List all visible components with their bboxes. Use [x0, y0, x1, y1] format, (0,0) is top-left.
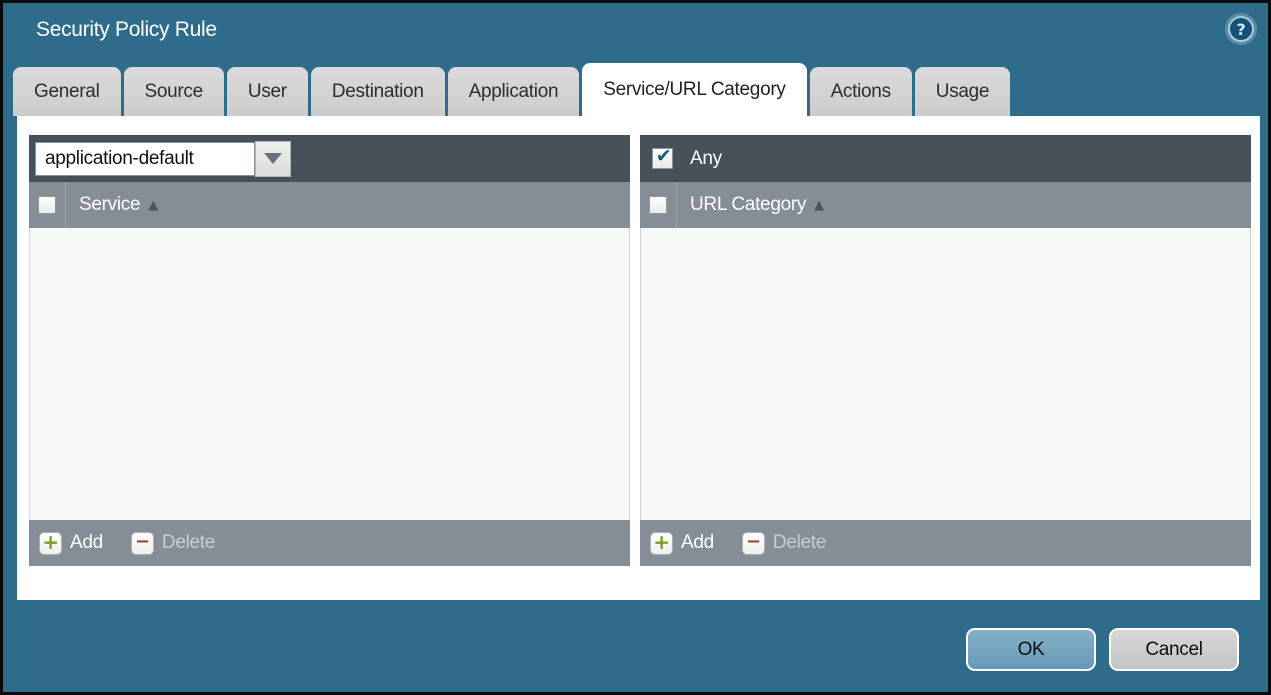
add-button-label: Add: [681, 532, 714, 553]
add-icon: +: [39, 531, 62, 555]
service-type-input[interactable]: [35, 141, 255, 176]
delete-icon: −: [130, 531, 154, 555]
service-panel: Service ▲ + Add − Delete: [29, 135, 630, 566]
delete-button-label: Delete: [772, 532, 827, 553]
security-policy-rule-dialog: Security Policy Rule ? General Source Us…: [0, 0, 1271, 695]
check-icon: ✔: [655, 145, 672, 167]
delete-button-label: Delete: [161, 532, 216, 553]
url-category-select-all-checkbox[interactable]: [649, 196, 667, 214]
sort-asc-icon[interactable]: ▲: [148, 198, 158, 213]
tab-user[interactable]: User: [226, 67, 308, 116]
tab-destination[interactable]: Destination: [310, 67, 445, 116]
page-title: Security Policy Rule: [36, 18, 217, 41]
sort-asc-icon[interactable]: ▲: [814, 198, 824, 213]
delete-icon: −: [741, 531, 765, 555]
any-checkbox[interactable]: ✔: [652, 145, 673, 169]
service-add-button[interactable]: + Add: [39, 531, 103, 555]
service-column-header[interactable]: Service: [66, 194, 141, 216]
chevron-down-icon: [264, 153, 282, 164]
url-category-column-header[interactable]: URL Category: [677, 194, 806, 216]
tab-service-url-category[interactable]: Service/URL Category: [582, 63, 807, 116]
tab-actions[interactable]: Actions: [809, 67, 912, 116]
tab-general[interactable]: General: [13, 67, 121, 116]
url-category-table-header: URL Category ▲: [640, 182, 1251, 228]
service-toolbar: [29, 135, 630, 182]
service-table-header: Service ▲: [29, 182, 630, 228]
cancel-button[interactable]: Cancel: [1109, 628, 1239, 671]
service-select-all-checkbox[interactable]: [38, 196, 56, 214]
url-category-footer: + Add − Delete: [640, 520, 1251, 566]
ok-button[interactable]: OK: [966, 628, 1096, 671]
tab-bar: General Source User Destination Applicat…: [13, 63, 1011, 116]
url-category-panel: ✔ Any URL Category ▲ + Add − Delete: [640, 135, 1251, 566]
service-footer: + Add − Delete: [29, 520, 630, 566]
url-category-delete-button[interactable]: − Delete: [741, 531, 827, 555]
dialog-content: Service ▲ + Add − Delete: [17, 116, 1260, 600]
service-type-dropdown-button[interactable]: [255, 140, 291, 177]
any-checkbox-label[interactable]: Any: [690, 148, 722, 170]
service-table-body[interactable]: [29, 228, 630, 520]
url-category-toolbar: ✔ Any: [640, 135, 1251, 182]
url-category-table-body[interactable]: [640, 228, 1251, 520]
service-delete-button[interactable]: − Delete: [130, 531, 216, 555]
help-icon[interactable]: ?: [1228, 16, 1254, 42]
tab-usage[interactable]: Usage: [914, 67, 1011, 116]
tab-application[interactable]: Application: [447, 67, 580, 116]
add-icon: +: [650, 531, 673, 555]
url-category-add-button[interactable]: + Add: [650, 531, 714, 555]
tab-source[interactable]: Source: [123, 67, 224, 116]
add-button-label: Add: [70, 532, 103, 553]
